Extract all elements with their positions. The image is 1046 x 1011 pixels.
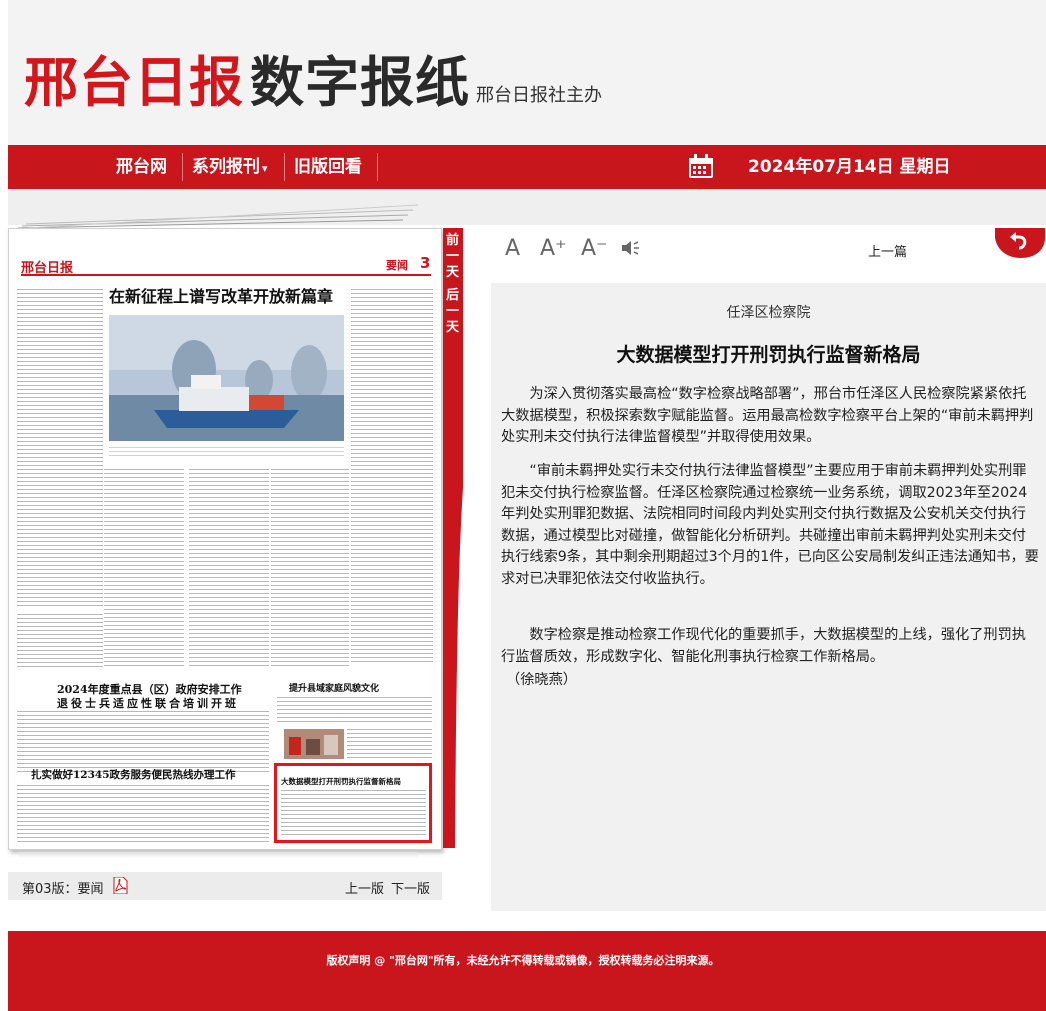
paper-photo-ship <box>109 315 344 441</box>
paper-photo-caption <box>109 447 344 459</box>
nav-item-series-label: 系列报刊 <box>192 157 260 177</box>
nav-divider <box>182 153 183 181</box>
back-button[interactable] <box>995 228 1045 258</box>
paper-stack-decoration <box>17 204 419 229</box>
chevron-down-icon: ▾ <box>262 162 268 175</box>
page-navigation-bar: 第03版：要闻 上一版 下一版 <box>8 872 442 900</box>
site-footer: 版权声明 @ "邢台网"所有，未经允许不得转载或镜像，授权转载务必注明来源。 <box>8 931 1046 1011</box>
nav-item-series[interactable]: 系列报刊 ▾ <box>192 145 268 189</box>
paper-text-block <box>17 289 103 609</box>
paper-text-block <box>281 790 426 838</box>
newspaper-page[interactable]: 邢台日报 要闻 3 在新征程上谱写改革开放新篇章 2024年度重点县（区）政府安… <box>8 228 442 850</box>
paper-text-block <box>351 289 433 664</box>
paper-text-block <box>17 614 103 669</box>
logo-title-red: 邢台日报 <box>24 50 244 114</box>
paper-text-block <box>104 469 184 669</box>
paper-edition-tag: 要闻 <box>386 259 408 272</box>
paper-section-title: 扎实做好12345政务服务便民热线办理工作 <box>31 769 236 781</box>
prev-day-link[interactable]: 前一天 <box>446 233 460 281</box>
paper-text-block <box>277 697 432 725</box>
current-date: 2024年07月14日 星期日 <box>748 157 951 177</box>
font-increase-button[interactable]: A⁺ <box>540 236 567 261</box>
logo-title-dark: 数字报纸 <box>250 50 470 114</box>
next-day-link[interactable]: 后一天 <box>446 288 460 336</box>
next-page-link[interactable]: 下一版 <box>391 878 430 897</box>
nav-item-old-version[interactable]: 旧版回看 <box>294 145 362 189</box>
paper-section-title: 大数据模型打开刑罚执行监督新格局 <box>281 777 401 786</box>
main-nav: 邢台网 系列报刊 ▾ 旧版回看 2024年07月14日 星期日 <box>8 145 1046 189</box>
article-panel: 任泽区检察院 大数据模型打开刑罚执行监督新格局 为深入贯彻落实最高检“数字检察战… <box>491 283 1046 911</box>
article-paragraph: “审前未羁押处实行未交付执行法律监督模型”主要应用于审前未羁押判处实刑罪犯未交付… <box>501 463 1039 587</box>
page-label[interactable]: 第03版：要闻 <box>22 878 104 897</box>
speaker-icon[interactable] <box>620 240 640 256</box>
article-title: 大数据模型打开刑罚执行监督新格局 <box>616 344 921 366</box>
prev-page-link[interactable]: 上一版 <box>345 878 384 897</box>
article-source: 任泽区检察院 <box>726 305 811 321</box>
copyright-notice: 版权声明 @ "邢台网"所有，未经允许不得转载或镜像，授权转载务必注明来源。 <box>326 954 720 967</box>
logo-subtitle: 邢台日报社主办 <box>476 85 602 106</box>
paper-text-block <box>189 469 269 669</box>
paper-headline: 在新征程上谱写改革开放新篇章 <box>109 287 334 306</box>
paper-section-title: 提升县域家庭风貌文化 <box>289 684 380 694</box>
calendar-icon <box>689 154 713 178</box>
paper-text-block <box>17 785 269 845</box>
pdf-icon[interactable] <box>113 877 128 894</box>
paper-text-block <box>271 469 349 669</box>
article-paragraph: 数字检察是推动检察工作现代化的重要抓手，大数据模型的上线，强化了刑罚执行监督质效… <box>501 627 1026 665</box>
paper-section-title: 退役士兵适应性联合培训开班 <box>57 697 239 710</box>
paper-page-number: 3 <box>420 254 431 272</box>
nav-divider <box>284 153 285 181</box>
nav-item-xingtai-net[interactable]: 邢台网 <box>116 145 167 189</box>
article-author: （徐晓燕） <box>506 672 577 688</box>
paper-text-block <box>17 711 269 773</box>
highlighted-article-box[interactable]: 大数据模型打开刑罚执行监督新格局 <box>274 763 432 843</box>
site-header: 邢台日报 数字报纸 邢台日报社主办 <box>8 0 1046 145</box>
font-normal-button[interactable]: A <box>505 236 520 261</box>
nav-divider <box>377 153 378 181</box>
site-logo[interactable]: 邢台日报 数字报纸 邢台日报社主办 <box>24 38 602 114</box>
paper-shadow <box>18 852 418 858</box>
paper-photo-meeting <box>284 729 344 759</box>
font-decrease-button[interactable]: A⁻ <box>581 236 608 261</box>
prev-article-link[interactable]: 上一篇 <box>868 241 907 260</box>
paper-divider <box>21 274 431 276</box>
paper-text-block <box>347 729 432 759</box>
article-paragraph: 为深入贯彻落实最高检“数字检察战略部署”，邢台市任泽区人民检察院紧紧依托大数据模… <box>501 386 1034 445</box>
